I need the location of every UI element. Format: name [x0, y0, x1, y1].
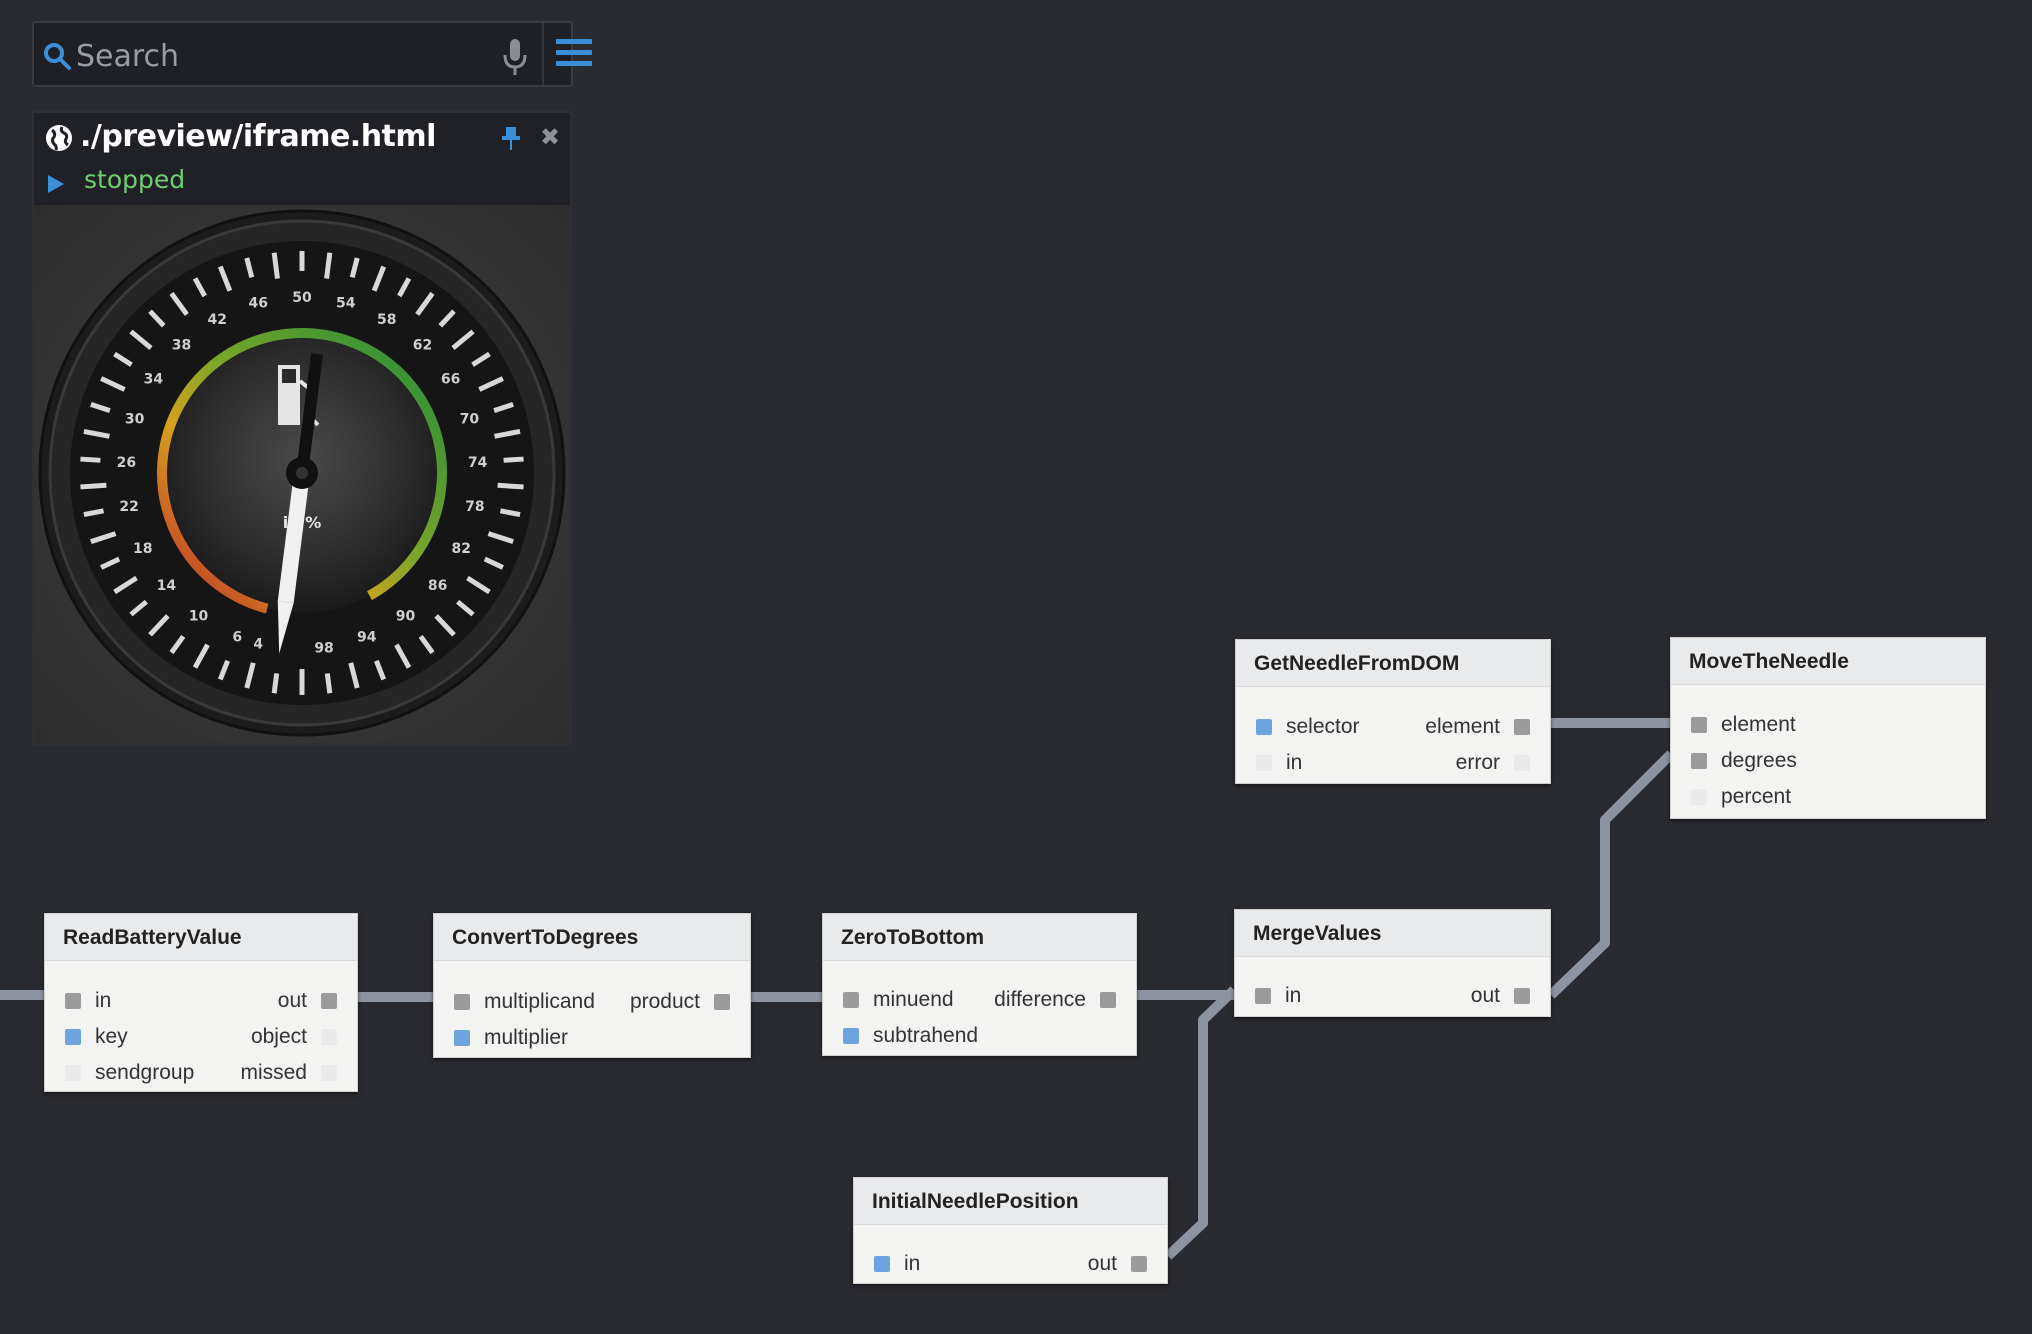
- node-title: MoveTheNeedle: [1671, 638, 1985, 685]
- node-read-battery-value[interactable]: ReadBatteryValue in key sendgroup out ob…: [44, 913, 358, 1092]
- port-connector: [65, 1029, 81, 1045]
- node-zero-to-bottom[interactable]: ZeroToBottom minuend subtrahend differen…: [822, 913, 1137, 1056]
- port-connector: [454, 1030, 470, 1046]
- port-connector: [1255, 988, 1271, 1004]
- port-connector: [321, 1029, 337, 1045]
- port-connector: [1514, 719, 1530, 735]
- port-connector: [1256, 719, 1272, 735]
- node-title: ReadBatteryValue: [45, 914, 357, 961]
- wire-merge-move: [1547, 750, 1675, 999]
- port-connector: [454, 994, 470, 1010]
- port-connector: [874, 1256, 890, 1272]
- port-connector: [1514, 755, 1530, 771]
- port-connector: [1131, 1256, 1147, 1272]
- node-title: GetNeedleFromDOM: [1236, 640, 1550, 687]
- port-connector: [1691, 789, 1707, 805]
- node-move-the-needle[interactable]: MoveTheNeedle element degrees percent: [1670, 637, 1986, 819]
- port-connector: [843, 992, 859, 1008]
- port-connector: [1256, 755, 1272, 771]
- node-title: MergeValues: [1235, 910, 1550, 957]
- port-connector: [1514, 988, 1530, 1004]
- port-connector: [1691, 717, 1707, 733]
- node-get-needle-from-dom[interactable]: GetNeedleFromDOM selector in element err…: [1235, 639, 1551, 784]
- node-title: InitialNeedlePosition: [854, 1178, 1167, 1225]
- node-convert-to-degrees[interactable]: ConvertToDegrees multiplicand multiplier…: [433, 913, 751, 1058]
- node-merge-values[interactable]: MergeValues in out: [1234, 909, 1551, 1017]
- node-title: ZeroToBottom: [823, 914, 1136, 961]
- port-connector: [321, 993, 337, 1009]
- port-connector: [1100, 992, 1116, 1008]
- port-connector: [714, 994, 730, 1010]
- node-title: ConvertToDegrees: [434, 914, 750, 961]
- port-connector: [321, 1065, 337, 1081]
- wire-initial-merge: [1164, 986, 1238, 1260]
- port-connector: [843, 1028, 859, 1044]
- port-connector: [1691, 753, 1707, 769]
- node-initial-needle-position[interactable]: InitialNeedlePosition in out: [853, 1177, 1168, 1284]
- port-connector: [65, 993, 81, 1009]
- port-connector: [65, 1065, 81, 1081]
